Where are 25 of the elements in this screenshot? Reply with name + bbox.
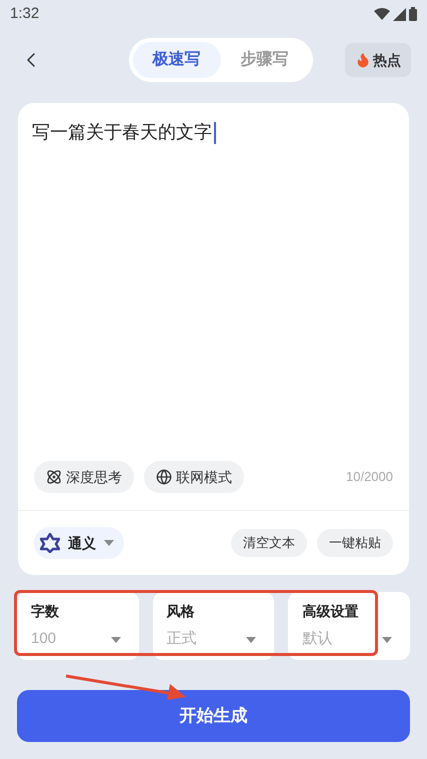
- caret-icon: [382, 636, 392, 642]
- mode-toggle[interactable]: 联网模式: [144, 461, 244, 493]
- status-time: 1:32: [10, 4, 40, 24]
- flame-icon: [355, 52, 371, 68]
- generate-button[interactable]: 开始生成: [17, 690, 410, 742]
- atom-icon: [46, 469, 62, 485]
- star-logo-icon: [40, 533, 60, 553]
- signal-icon: [393, 8, 406, 20]
- setting-dropdown[interactable]: 高级设置 默认: [288, 592, 410, 660]
- setting-dropdown[interactable]: 字数 100: [17, 592, 139, 660]
- character-counter: 10/2000: [346, 468, 393, 486]
- hot-button[interactable]: 热点: [345, 43, 411, 77]
- model-selector[interactable]: 通义: [34, 527, 124, 559]
- battery-icon: [409, 7, 417, 21]
- globe-icon: [156, 469, 172, 485]
- mode-toggle[interactable]: 深度思考: [34, 461, 134, 493]
- mode-tab[interactable]: 极速写: [132, 42, 220, 78]
- caret-icon: [246, 636, 256, 642]
- wifi-icon: [374, 8, 390, 20]
- action-button[interactable]: 一键粘贴: [317, 529, 393, 557]
- action-button[interactable]: 清空文本: [231, 529, 307, 557]
- caret-icon: [104, 540, 114, 546]
- caret-icon: [110, 636, 121, 642]
- prompt-field[interactable]: 写一篇关于春天的文字: [32, 119, 395, 146]
- setting-dropdown[interactable]: 风格 正式: [152, 592, 274, 660]
